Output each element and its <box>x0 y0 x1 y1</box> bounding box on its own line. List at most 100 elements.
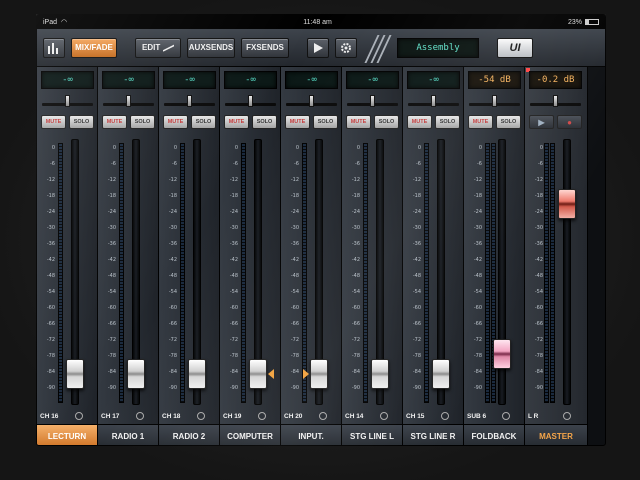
pan-knob[interactable] <box>248 95 253 107</box>
pan-knob[interactable] <box>553 95 558 107</box>
solo-button[interactable]: SOLO <box>496 115 521 129</box>
solo-button[interactable]: SOLO <box>69 115 94 129</box>
scale-tick: -30 <box>46 225 55 231</box>
scale-tick: -6 <box>538 161 543 167</box>
fader-handle[interactable] <box>249 359 267 389</box>
pan-knob[interactable] <box>187 95 192 107</box>
pan-knob[interactable] <box>65 95 70 107</box>
channel-name-button[interactable]: STG LINE R <box>403 424 463 445</box>
pan-slider[interactable] <box>408 95 459 107</box>
fader-handle[interactable] <box>432 359 450 389</box>
channel-name-button[interactable]: RADIO 1 <box>98 424 158 445</box>
fader-handle[interactable] <box>371 359 389 389</box>
scale-tick: -18 <box>534 193 543 199</box>
channel-number: SUB 6 <box>467 413 487 420</box>
master-name-button[interactable]: MASTER <box>525 424 587 445</box>
meter-and-fader: 0 -6 -12 -18 -24 -30 -36 -42 -48 -54 -60 -66 -72 -78 -… <box>468 139 521 407</box>
mute-button[interactable]: MUTE <box>41 115 66 129</box>
pan-slider[interactable] <box>286 95 337 107</box>
fader-handle[interactable] <box>188 359 206 389</box>
mix-fade-button[interactable]: MIX/FADE <box>71 37 117 58</box>
aux-sends-button[interactable]: AUXSENDS <box>187 37 235 58</box>
edit-button[interactable]: EDIT <box>135 37 181 58</box>
scale-tick: -60 <box>46 305 55 311</box>
channel-name-button[interactable]: RADIO 2 <box>159 424 219 445</box>
master-pan-slider[interactable] <box>530 95 581 107</box>
meter-scale: 0 -6 -12 -18 -24 -30 -36 -42 -48 -54 -60 -66 -72 -78 -… <box>529 145 543 401</box>
fader-handle[interactable] <box>493 339 511 369</box>
scale-tick: -36 <box>534 241 543 247</box>
mute-solo-row: MUTE SOLO <box>163 115 216 129</box>
pan-knob[interactable] <box>492 95 497 107</box>
channel-name-button[interactable]: COMPUTER <box>220 424 280 445</box>
mute-button[interactable]: MUTE <box>346 115 371 129</box>
solo-button[interactable]: SOLO <box>252 115 277 129</box>
scale-tick: -84 <box>107 369 116 375</box>
master-fader-handle[interactable] <box>558 189 576 219</box>
power-icon[interactable] <box>136 412 144 420</box>
fader-handle[interactable] <box>127 359 145 389</box>
meter-scale: 0 -6 -12 -18 -24 -30 -36 -42 -48 -54 -60 -66 -72 -78 -… <box>285 145 299 401</box>
equalizer-button[interactable] <box>43 37 65 58</box>
level-meter <box>58 143 63 403</box>
play-button[interactable] <box>307 37 329 58</box>
power-icon[interactable] <box>319 412 327 420</box>
mute-button[interactable]: MUTE <box>285 115 310 129</box>
pan-knob[interactable] <box>309 95 314 107</box>
scene-name-display[interactable]: Assembly <box>397 37 479 58</box>
scale-tick: -84 <box>351 369 360 375</box>
settings-button[interactable] <box>335 37 357 58</box>
pan-slider[interactable] <box>103 95 154 107</box>
mute-button[interactable]: MUTE <box>163 115 188 129</box>
solo-button[interactable]: SOLO <box>313 115 338 129</box>
meter-and-fader: 0 -6 -12 -18 -24 -30 -36 -42 -48 -54 -60 -66 -72 -78 -… <box>346 139 399 407</box>
fader-handle[interactable] <box>310 359 328 389</box>
channel-name-button[interactable]: STG LINE L <box>342 424 402 445</box>
power-icon[interactable] <box>441 412 449 420</box>
scale-tick: -90 <box>473 385 482 391</box>
solo-button[interactable]: SOLO <box>374 115 399 129</box>
power-icon[interactable] <box>563 412 571 420</box>
scale-tick: -24 <box>351 209 360 215</box>
power-icon[interactable] <box>258 412 266 420</box>
power-icon[interactable] <box>197 412 205 420</box>
solo-button[interactable]: SOLO <box>191 115 216 129</box>
pan-knob[interactable] <box>431 95 436 107</box>
scale-tick: -36 <box>473 241 482 247</box>
solo-button[interactable]: SOLO <box>130 115 155 129</box>
power-icon[interactable] <box>75 412 83 420</box>
play-button[interactable]: ▶ <box>529 115 554 129</box>
solo-button[interactable]: SOLO <box>435 115 460 129</box>
pan-slider[interactable] <box>225 95 276 107</box>
pan-knob[interactable] <box>126 95 131 107</box>
pan-slider[interactable] <box>469 95 520 107</box>
pan-slider[interactable] <box>42 95 93 107</box>
ui-logo[interactable]: UI <box>497 37 533 58</box>
fx-sends-button[interactable]: FXSENDS <box>241 37 289 58</box>
scale-tick: -30 <box>534 225 543 231</box>
power-icon[interactable] <box>380 412 388 420</box>
scale-tick: -60 <box>473 305 482 311</box>
channel-name-button[interactable]: FOLDBACK <box>464 424 524 445</box>
pan-knob[interactable] <box>370 95 375 107</box>
channel-name-button[interactable]: LECTURN <box>37 424 97 445</box>
pan-slider[interactable] <box>347 95 398 107</box>
scale-tick: -36 <box>351 241 360 247</box>
mute-button[interactable]: MUTE <box>224 115 249 129</box>
power-icon[interactable] <box>502 412 510 420</box>
scale-tick: -42 <box>107 257 116 263</box>
pan-slider[interactable] <box>164 95 215 107</box>
mute-button[interactable]: MUTE <box>468 115 493 129</box>
channel-name-button[interactable]: INPUT. <box>281 424 341 445</box>
battery-percent: 23% <box>567 18 582 26</box>
scale-tick: -18 <box>229 193 238 199</box>
channel-strip: -∞ MUTE SOLO 0 -6 -12 -18 -24 -30 -36 -42 -48 -54 -60… <box>342 67 403 445</box>
record-button[interactable]: ● <box>557 115 582 129</box>
fader-handle[interactable] <box>66 359 84 389</box>
scale-tick: -30 <box>107 225 116 231</box>
mute-button[interactable]: MUTE <box>407 115 432 129</box>
mute-button[interactable]: MUTE <box>102 115 127 129</box>
scale-tick: -24 <box>290 209 299 215</box>
master-fader-track[interactable] <box>563 139 571 405</box>
meter-and-fader: 0 -6 -12 -18 -24 -30 -36 -42 -48 -54 -60 -66 -72 -78 -… <box>224 139 277 407</box>
